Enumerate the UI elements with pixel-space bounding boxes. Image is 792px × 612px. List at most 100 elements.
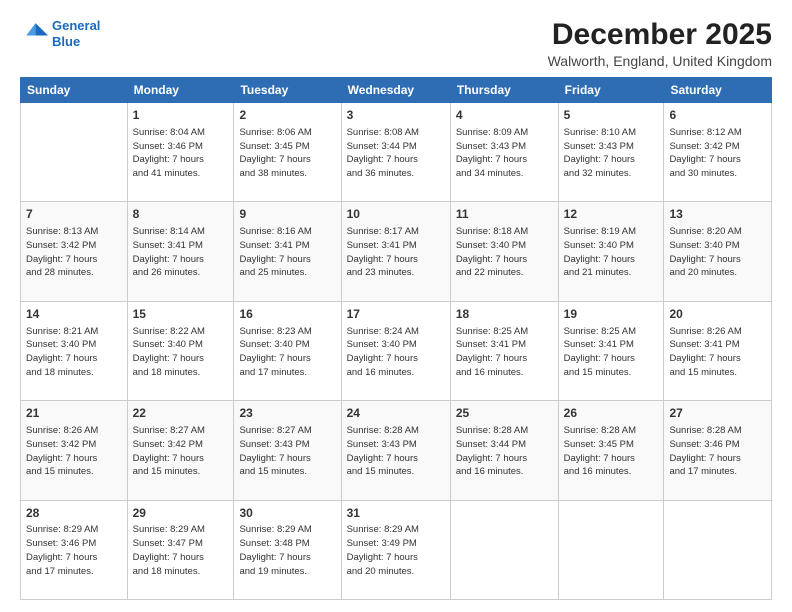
- calendar-week-row: 7 Sunrise: 8:13 AM Sunset: 3:42 PM Daylig…: [21, 202, 772, 301]
- day-info: Sunrise: 8:26 AM Sunset: 3:41 PM Dayligh…: [669, 325, 766, 380]
- day-number: 23: [239, 405, 335, 422]
- calendar-cell: [558, 500, 664, 599]
- calendar-cell: 16Sunrise: 8:23 AM Sunset: 3:40 PM Dayli…: [234, 301, 341, 400]
- day-info: Sunrise: 8:17 AM Sunset: 3:41 PM Dayligh…: [347, 225, 445, 280]
- calendar-cell: 25Sunrise: 8:28 AM Sunset: 3:44 PM Dayli…: [450, 401, 558, 500]
- calendar-table: SundayMondayTuesdayWednesdayThursdayFrid…: [20, 77, 772, 600]
- day-number: 9: [239, 206, 335, 223]
- calendar-week-row: 28Sunrise: 8:29 AM Sunset: 3:46 PM Dayli…: [21, 500, 772, 599]
- calendar-cell: [21, 103, 128, 202]
- calendar-cell: 8 Sunrise: 8:14 AM Sunset: 3:41 PM Daylig…: [127, 202, 234, 301]
- day-info: Sunrise: 8:24 AM Sunset: 3:40 PM Dayligh…: [347, 325, 445, 380]
- weekday-header: Tuesday: [234, 78, 341, 103]
- logo-text: General Blue: [52, 18, 100, 49]
- weekday-header: Sunday: [21, 78, 128, 103]
- calendar-week-row: 21 Sunrise: 8:26 AM Sunset: 3:42 PM Dayli…: [21, 401, 772, 500]
- calendar-cell: 21 Sunrise: 8:26 AM Sunset: 3:42 PM Dayli…: [21, 401, 128, 500]
- calendar-cell: 5 Sunrise: 8:10 AM Sunset: 3:43 PM Daylig…: [558, 103, 664, 202]
- weekday-header: Friday: [558, 78, 664, 103]
- day-number: 22: [133, 405, 229, 422]
- day-info: Sunrise: 8:04 AM Sunset: 3:46 PM Dayligh…: [133, 126, 229, 181]
- weekday-header: Monday: [127, 78, 234, 103]
- day-info: Sunrise: 8:26 AM Sunset: 3:42 PM Dayligh…: [26, 424, 122, 479]
- day-info: Sunrise: 8:28 AM Sunset: 3:45 PM Dayligh…: [564, 424, 659, 479]
- day-info: Sunrise: 8:25 AM Sunset: 3:41 PM Dayligh…: [456, 325, 553, 380]
- day-info: Sunrise: 8:12 AM Sunset: 3:42 PM Dayligh…: [669, 126, 766, 181]
- day-number: 2: [239, 107, 335, 124]
- calendar-cell: 2 Sunrise: 8:06 AM Sunset: 3:45 PM Daylig…: [234, 103, 341, 202]
- calendar-cell: 29Sunrise: 8:29 AM Sunset: 3:47 PM Dayli…: [127, 500, 234, 599]
- calendar-cell: [450, 500, 558, 599]
- title-block: December 2025 Walworth, England, United …: [548, 18, 772, 69]
- calendar-cell: 3 Sunrise: 8:08 AM Sunset: 3:44 PM Daylig…: [341, 103, 450, 202]
- day-number: 29: [133, 505, 229, 522]
- calendar-cell: 20 Sunrise: 8:26 AM Sunset: 3:41 PM Dayli…: [664, 301, 772, 400]
- calendar-body: 1 Sunrise: 8:04 AM Sunset: 3:46 PM Daylig…: [21, 103, 772, 600]
- day-info: Sunrise: 8:25 AM Sunset: 3:41 PM Dayligh…: [564, 325, 659, 380]
- day-number: 18: [456, 306, 553, 323]
- calendar-cell: 14 Sunrise: 8:21 AM Sunset: 3:40 PM Dayli…: [21, 301, 128, 400]
- calendar-week-row: 1 Sunrise: 8:04 AM Sunset: 3:46 PM Daylig…: [21, 103, 772, 202]
- weekday-header: Saturday: [664, 78, 772, 103]
- calendar-cell: 10 Sunrise: 8:17 AM Sunset: 3:41 PM Dayli…: [341, 202, 450, 301]
- day-number: 4: [456, 107, 553, 124]
- calendar-cell: 19 Sunrise: 8:25 AM Sunset: 3:41 PM Dayli…: [558, 301, 664, 400]
- day-info: Sunrise: 8:13 AM Sunset: 3:42 PM Dayligh…: [26, 225, 122, 280]
- day-number: 17: [347, 306, 445, 323]
- calendar-cell: 24 Sunrise: 8:28 AM Sunset: 3:43 PM Dayli…: [341, 401, 450, 500]
- page: General Blue December 2025 Walworth, Eng…: [0, 0, 792, 612]
- logo-line1: General: [52, 18, 100, 33]
- day-number: 19: [564, 306, 659, 323]
- day-number: 3: [347, 107, 445, 124]
- calendar-cell: 6Sunrise: 8:12 AM Sunset: 3:42 PM Daylig…: [664, 103, 772, 202]
- logo-line2: Blue: [52, 34, 80, 49]
- calendar-cell: 17 Sunrise: 8:24 AM Sunset: 3:40 PM Dayli…: [341, 301, 450, 400]
- day-info: Sunrise: 8:10 AM Sunset: 3:43 PM Dayligh…: [564, 126, 659, 181]
- day-info: Sunrise: 8:28 AM Sunset: 3:44 PM Dayligh…: [456, 424, 553, 479]
- weekday-header: Wednesday: [341, 78, 450, 103]
- calendar-cell: [664, 500, 772, 599]
- day-number: 1: [133, 107, 229, 124]
- day-info: Sunrise: 8:09 AM Sunset: 3:43 PM Dayligh…: [456, 126, 553, 181]
- calendar-cell: 15Sunrise: 8:22 AM Sunset: 3:40 PM Dayli…: [127, 301, 234, 400]
- day-info: Sunrise: 8:29 AM Sunset: 3:48 PM Dayligh…: [239, 523, 335, 578]
- calendar-cell: 28Sunrise: 8:29 AM Sunset: 3:46 PM Dayli…: [21, 500, 128, 599]
- day-info: Sunrise: 8:20 AM Sunset: 3:40 PM Dayligh…: [669, 225, 766, 280]
- day-number: 21: [26, 405, 122, 422]
- day-info: Sunrise: 8:28 AM Sunset: 3:43 PM Dayligh…: [347, 424, 445, 479]
- day-number: 24: [347, 405, 445, 422]
- day-info: Sunrise: 8:23 AM Sunset: 3:40 PM Dayligh…: [239, 325, 335, 380]
- calendar-cell: 12Sunrise: 8:19 AM Sunset: 3:40 PM Dayli…: [558, 202, 664, 301]
- day-info: Sunrise: 8:08 AM Sunset: 3:44 PM Dayligh…: [347, 126, 445, 181]
- calendar-cell: 11Sunrise: 8:18 AM Sunset: 3:40 PM Dayli…: [450, 202, 558, 301]
- day-number: 26: [564, 405, 659, 422]
- calendar-cell: 1 Sunrise: 8:04 AM Sunset: 3:46 PM Daylig…: [127, 103, 234, 202]
- day-info: Sunrise: 8:21 AM Sunset: 3:40 PM Dayligh…: [26, 325, 122, 380]
- day-number: 7: [26, 206, 122, 223]
- day-number: 5: [564, 107, 659, 124]
- calendar-cell: 31Sunrise: 8:29 AM Sunset: 3:49 PM Dayli…: [341, 500, 450, 599]
- calendar-cell: 4 Sunrise: 8:09 AM Sunset: 3:43 PM Daylig…: [450, 103, 558, 202]
- day-info: Sunrise: 8:29 AM Sunset: 3:46 PM Dayligh…: [26, 523, 122, 578]
- calendar-cell: 30Sunrise: 8:29 AM Sunset: 3:48 PM Dayli…: [234, 500, 341, 599]
- day-info: Sunrise: 8:29 AM Sunset: 3:49 PM Dayligh…: [347, 523, 445, 578]
- day-info: Sunrise: 8:27 AM Sunset: 3:43 PM Dayligh…: [239, 424, 335, 479]
- day-number: 20: [669, 306, 766, 323]
- day-number: 31: [347, 505, 445, 522]
- calendar-cell: 7 Sunrise: 8:13 AM Sunset: 3:42 PM Daylig…: [21, 202, 128, 301]
- day-info: Sunrise: 8:29 AM Sunset: 3:47 PM Dayligh…: [133, 523, 229, 578]
- day-number: 10: [347, 206, 445, 223]
- calendar-cell: 9 Sunrise: 8:16 AM Sunset: 3:41 PM Daylig…: [234, 202, 341, 301]
- day-number: 15: [133, 306, 229, 323]
- weekday-header: Thursday: [450, 78, 558, 103]
- day-info: Sunrise: 8:16 AM Sunset: 3:41 PM Dayligh…: [239, 225, 335, 280]
- day-number: 14: [26, 306, 122, 323]
- day-info: Sunrise: 8:14 AM Sunset: 3:41 PM Dayligh…: [133, 225, 229, 280]
- day-number: 30: [239, 505, 335, 522]
- logo-icon: [20, 20, 48, 48]
- day-number: 8: [133, 206, 229, 223]
- calendar-cell: 27Sunrise: 8:28 AM Sunset: 3:46 PM Dayli…: [664, 401, 772, 500]
- calendar-cell: 23 Sunrise: 8:27 AM Sunset: 3:43 PM Dayli…: [234, 401, 341, 500]
- day-info: Sunrise: 8:06 AM Sunset: 3:45 PM Dayligh…: [239, 126, 335, 181]
- day-number: 27: [669, 405, 766, 422]
